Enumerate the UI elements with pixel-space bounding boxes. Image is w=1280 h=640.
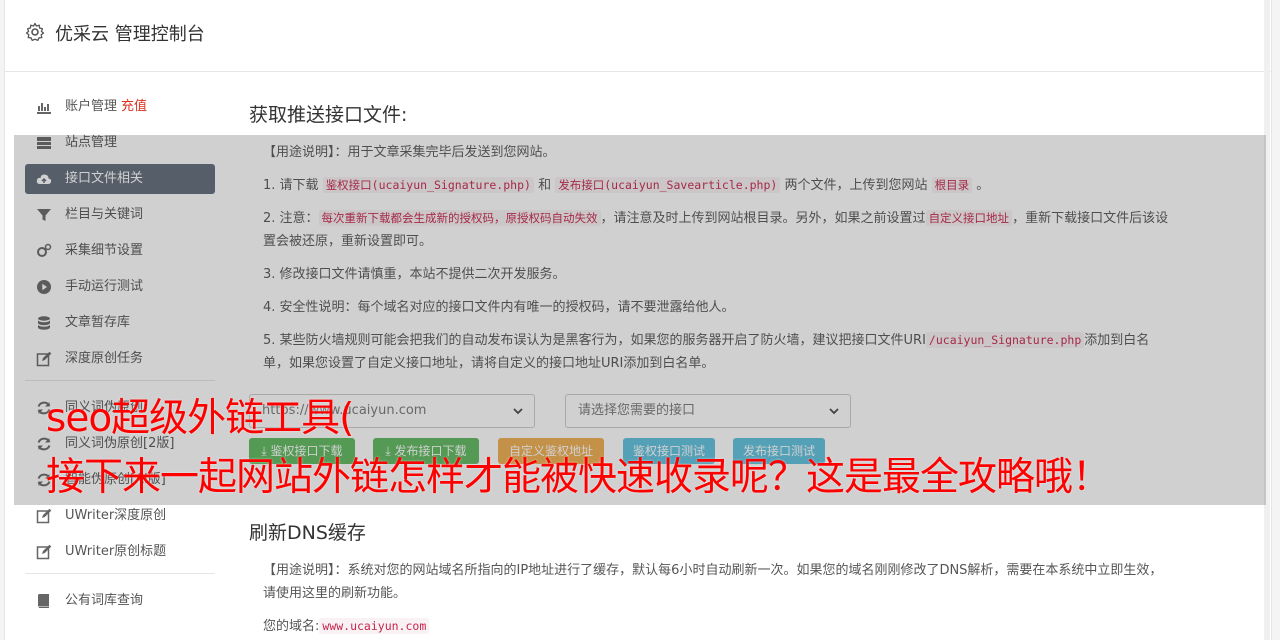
sidebar-divider <box>25 573 215 574</box>
dns-title: 刷新DNS缓存 <box>249 522 366 544</box>
sidebar-item-article-storage[interactable]: 文章暂存库 <box>25 308 215 338</box>
page-title: 优采云 管理控制台 <box>55 24 205 45</box>
usage-note: 【用途说明】：用于文章采集完毕后发送到您网站。 <box>263 145 556 160</box>
edit-icon <box>36 351 52 367</box>
sidebar-item-label: 栏目与关键词 <box>65 207 144 222</box>
sidebar-item-label: UWriter原创标题 <box>65 544 167 559</box>
sidebar-item-interface-files[interactable]: 接口文件相关 <box>25 164 215 194</box>
cogs-icon <box>37 243 52 257</box>
recharge-link[interactable]: 充值 <box>121 99 147 114</box>
custom-url-code: 自定义接口地址 <box>925 210 1013 226</box>
root-dir-code: 根目录 <box>931 177 973 193</box>
scrollbar[interactable] <box>1264 0 1270 640</box>
sidebar-item-label: 账户管理 <box>65 99 118 114</box>
database-icon <box>38 316 50 330</box>
domain-value: www.ucaiyun.com <box>319 618 430 634</box>
filter-icon <box>37 209 51 221</box>
interface-files-section: 获取推送接口文件: 【用途说明】：用于文章采集完毕后发送到您网站。 1. 请下载… <box>249 100 1169 385</box>
console-frame: 优采云 管理控制台 账户管理 充值 站点管理 接口文件相关 栏目与关键词 采集细节… <box>4 0 1272 640</box>
step-1: 1. 请下载 鉴权接口(ucaiyun_Signature.php) 和 发布接… <box>263 177 990 193</box>
api-select[interactable]: 请选择您需要的接口 <box>565 394 851 428</box>
sidebar-item-label: 采集细节设置 <box>65 243 144 258</box>
book-icon <box>38 594 49 608</box>
dns-domain-row: 您的域名: www.ucaiyun.com <box>249 615 1169 638</box>
ad-headline-line2: 接下来一起网站外链怎样才能被快速收录呢？这是最全攻略哦！ <box>46 455 1111 500</box>
sidebar-item-sites[interactable]: 站点管理 <box>25 128 215 158</box>
section-title: 获取推送接口文件: <box>249 104 408 126</box>
auth-file-code: 鉴权接口(ucaiyun_Signature.php) <box>322 177 534 193</box>
sidebar-item-public-lexicon[interactable]: 公有词库查询 <box>25 586 215 616</box>
sidebar-item-label: 深度原创任务 <box>65 351 144 366</box>
sidebar-divider <box>25 380 215 381</box>
sidebar-item-uwriter-deep[interactable]: UWriter深度原创 <box>25 501 215 531</box>
step-3: 3. 修改接口文件请慎重，本站不提供二次开发服务。 <box>263 267 566 282</box>
publish-file-code: 发布接口(ucaiyun_Savearticle.php) <box>555 177 781 193</box>
play-circle-icon <box>37 280 51 294</box>
sidebar-item-deep-original-task[interactable]: 深度原创任务 <box>25 344 215 374</box>
signature-uri-code: /ucaiyun_Signature.php <box>925 332 1085 348</box>
bar-chart-icon <box>37 103 51 114</box>
sidebar-item-uwriter-title[interactable]: UWriter原创标题 <box>25 537 215 567</box>
sidebar-item-columns-keywords[interactable]: 栏目与关键词 <box>25 200 215 230</box>
sidebar: 账户管理 充值 站点管理 接口文件相关 栏目与关键词 采集细节设置 手动运行测试 … <box>25 92 215 622</box>
chevron-down-icon <box>829 408 839 415</box>
edit-icon <box>36 544 52 560</box>
sidebar-item-manual-run[interactable]: 手动运行测试 <box>25 272 215 302</box>
sidebar-item-label: 手动运行测试 <box>65 279 144 294</box>
sidebar-item-account[interactable]: 账户管理 充值 <box>25 92 215 122</box>
dns-usage-note: 【用途说明】：系统对您的网站域名所指向的IP地址进行了缓存，默认每6小时自动刷新… <box>263 563 1163 601</box>
step-5: 5. 某些防火墙规则可能会把我们的自动发布误认为是黑客行为，如果您的服务器开启了… <box>263 332 1150 371</box>
sidebar-item-label: 文章暂存库 <box>65 315 131 330</box>
server-icon <box>37 137 51 149</box>
ad-headline-line1: seo超级外链工具( <box>46 396 354 441</box>
step-2: 2. 注意： 每次重新下载都会生成新的授权码，原授权码自动失效 ，请注意及时上传到网… <box>263 210 1169 249</box>
step-4: 4. 安全性说明：每个域名对应的接口文件内有唯一的授权码，请不要泄露给他人。 <box>263 300 735 315</box>
sidebar-item-label: UWriter深度原创 <box>65 508 167 523</box>
chevron-down-icon <box>513 408 523 415</box>
cloud-upload-icon <box>36 174 52 184</box>
sidebar-item-collect-settings[interactable]: 采集细节设置 <box>25 236 215 266</box>
sidebar-item-label: 接口文件相关 <box>65 171 144 186</box>
warning-code: 每次重新下载都会生成新的授权码，原授权码自动失效 <box>318 210 601 226</box>
dns-section: 刷新DNS缓存 【用途说明】：系统对您的网站域名所指向的IP地址进行了缓存，默认… <box>249 518 1169 640</box>
header: 优采云 管理控制台 <box>5 0 1271 72</box>
sidebar-item-label: 公有词库查询 <box>65 593 144 608</box>
gear-icon <box>25 22 45 42</box>
edit-icon <box>36 508 52 524</box>
sidebar-item-label: 站点管理 <box>65 135 118 150</box>
